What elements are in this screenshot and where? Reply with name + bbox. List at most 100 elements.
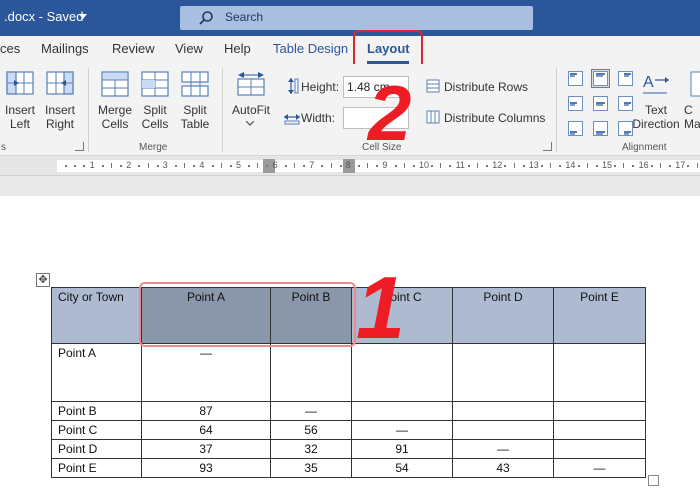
align-bottom-center-icon[interactable] <box>591 119 610 138</box>
table-move-handle[interactable]: ✥ <box>36 273 50 287</box>
tab-mailings[interactable]: Mailings <box>41 41 89 56</box>
insert-left-line1: Insert <box>4 103 35 117</box>
ruler-number: 16 <box>638 160 649 170</box>
ruler-number: 4 <box>199 160 205 170</box>
insert-left-button[interactable]: Insert Left <box>2 103 38 131</box>
merge-cells-button[interactable]: Merge Cells <box>96 103 134 131</box>
ruler-tick <box>550 163 552 168</box>
table-cell[interactable]: 35 <box>270 458 352 478</box>
table-cell[interactable]: Point B <box>51 401 142 421</box>
align-bottom-left-icon[interactable] <box>566 119 585 138</box>
table-cell[interactable] <box>452 343 554 402</box>
autofit-icon <box>237 72 265 96</box>
tab-references[interactable]: ces <box>0 41 20 56</box>
table-cell[interactable] <box>553 420 646 440</box>
ruler-tick <box>659 163 661 168</box>
insert-right-button[interactable]: Insert Right <box>42 103 78 131</box>
align-top-left-icon[interactable] <box>566 69 585 88</box>
table-cell[interactable] <box>270 343 352 402</box>
cell-margins-button[interactable]: C Ma <box>684 103 700 131</box>
ruler-tick <box>367 163 369 168</box>
ruler-tick <box>293 163 295 168</box>
autofit-button[interactable]: AutoFit <box>229 103 273 117</box>
table-cell[interactable]: 54 <box>351 458 453 478</box>
ruler-tick <box>540 165 543 167</box>
header-cell[interactable]: Point E <box>553 287 646 344</box>
table-cell[interactable]: 91 <box>351 439 453 459</box>
ruler-number: 6 <box>272 160 278 170</box>
table-cell[interactable]: 64 <box>141 420 271 440</box>
table-cell[interactable]: 32 <box>270 439 352 459</box>
cell-margins-line1: C <box>684 103 693 117</box>
align-middle-right-icon[interactable] <box>616 94 635 113</box>
align-middle-center-icon[interactable] <box>591 94 610 113</box>
insert-right-icon <box>46 71 74 95</box>
align-middle-left-icon[interactable] <box>566 94 585 113</box>
table-cell[interactable]: — <box>351 420 453 440</box>
ruler-tick <box>513 163 515 168</box>
ruler-tick <box>266 165 269 167</box>
table-row: Point A — <box>51 343 646 402</box>
table-cell[interactable]: 56 <box>270 420 352 440</box>
ruler-tick <box>394 165 397 167</box>
distribute-rows-button[interactable]: Distribute Rows <box>444 80 528 94</box>
align-top-center-icon[interactable] <box>591 69 610 88</box>
ruler-number: 8 <box>345 160 351 170</box>
table-cell[interactable] <box>452 401 554 421</box>
header-cell[interactable]: City or Town <box>51 287 142 344</box>
tab-table-design[interactable]: Table Design <box>273 41 348 56</box>
table-cell[interactable]: 43 <box>452 458 554 478</box>
cell-margins-icon <box>690 71 700 97</box>
group-separator <box>556 68 557 152</box>
cell-size-dialog-launcher[interactable] <box>543 142 552 151</box>
ruler-tick <box>577 165 580 167</box>
header-cell[interactable]: Point D <box>452 287 554 344</box>
chevron-down-icon[interactable] <box>79 14 87 20</box>
tab-view[interactable]: View <box>175 41 203 56</box>
split-table-button[interactable]: Split Table <box>176 103 214 131</box>
table-cell[interactable] <box>553 401 646 421</box>
table-cell[interactable] <box>553 439 646 459</box>
search-box[interactable]: Search <box>180 6 533 30</box>
table-resize-handle[interactable] <box>648 475 659 486</box>
table-cell[interactable]: Point A <box>51 343 142 402</box>
table-cell[interactable]: — <box>270 401 352 421</box>
ruler-tick <box>559 165 562 167</box>
table-cell[interactable] <box>351 401 453 421</box>
annotation-number-1: 1 <box>356 258 405 357</box>
table-cell[interactable]: — <box>553 458 646 478</box>
ruler-tick <box>586 163 588 168</box>
table-cell[interactable]: — <box>141 343 271 402</box>
height-label: Height: <box>301 80 340 94</box>
svg-text:A: A <box>643 74 654 91</box>
merge-cells-line1: Merge <box>97 103 132 117</box>
table-cell[interactable]: 37 <box>141 439 271 459</box>
text-direction-button[interactable]: Text Direction <box>630 103 682 131</box>
align-top-right-icon[interactable] <box>616 69 635 88</box>
distribute-columns-button[interactable]: Distribute Columns <box>444 111 545 125</box>
table-cell[interactable]: Point D <box>51 439 142 459</box>
selection-highlight <box>139 282 356 347</box>
tab-help[interactable]: Help <box>224 41 251 56</box>
column-width-icon <box>284 114 300 125</box>
merge-cells-line2: Cells <box>101 117 129 131</box>
ruler-number: 2 <box>126 160 132 170</box>
table-cell[interactable]: — <box>452 439 554 459</box>
ruler-tick <box>110 163 112 168</box>
rows-dialog-launcher[interactable] <box>75 142 84 151</box>
horizontal-ruler[interactable]: 1 2 3 4 5 6 7 8 9 10 11 12 13 14 15 16 17 <box>0 156 700 176</box>
document-title[interactable]: .docx - Saved <box>4 9 84 24</box>
split-cells-button[interactable]: Split Cells <box>136 103 174 131</box>
table-cell[interactable]: Point E <box>51 458 142 478</box>
tab-review[interactable]: Review <box>112 41 155 56</box>
group-label-rows: s <box>1 142 6 153</box>
table-cell[interactable]: Point C <box>51 420 142 440</box>
ruler-tick <box>101 165 104 167</box>
table-cell[interactable]: 87 <box>141 401 271 421</box>
align-bottom-right-icon[interactable] <box>616 119 635 138</box>
table-cell[interactable] <box>553 343 646 402</box>
split-cells-icon <box>141 71 169 97</box>
table-cell[interactable] <box>452 420 554 440</box>
table-cell[interactable]: 93 <box>141 458 271 478</box>
split-table-line2: Table <box>180 117 210 131</box>
